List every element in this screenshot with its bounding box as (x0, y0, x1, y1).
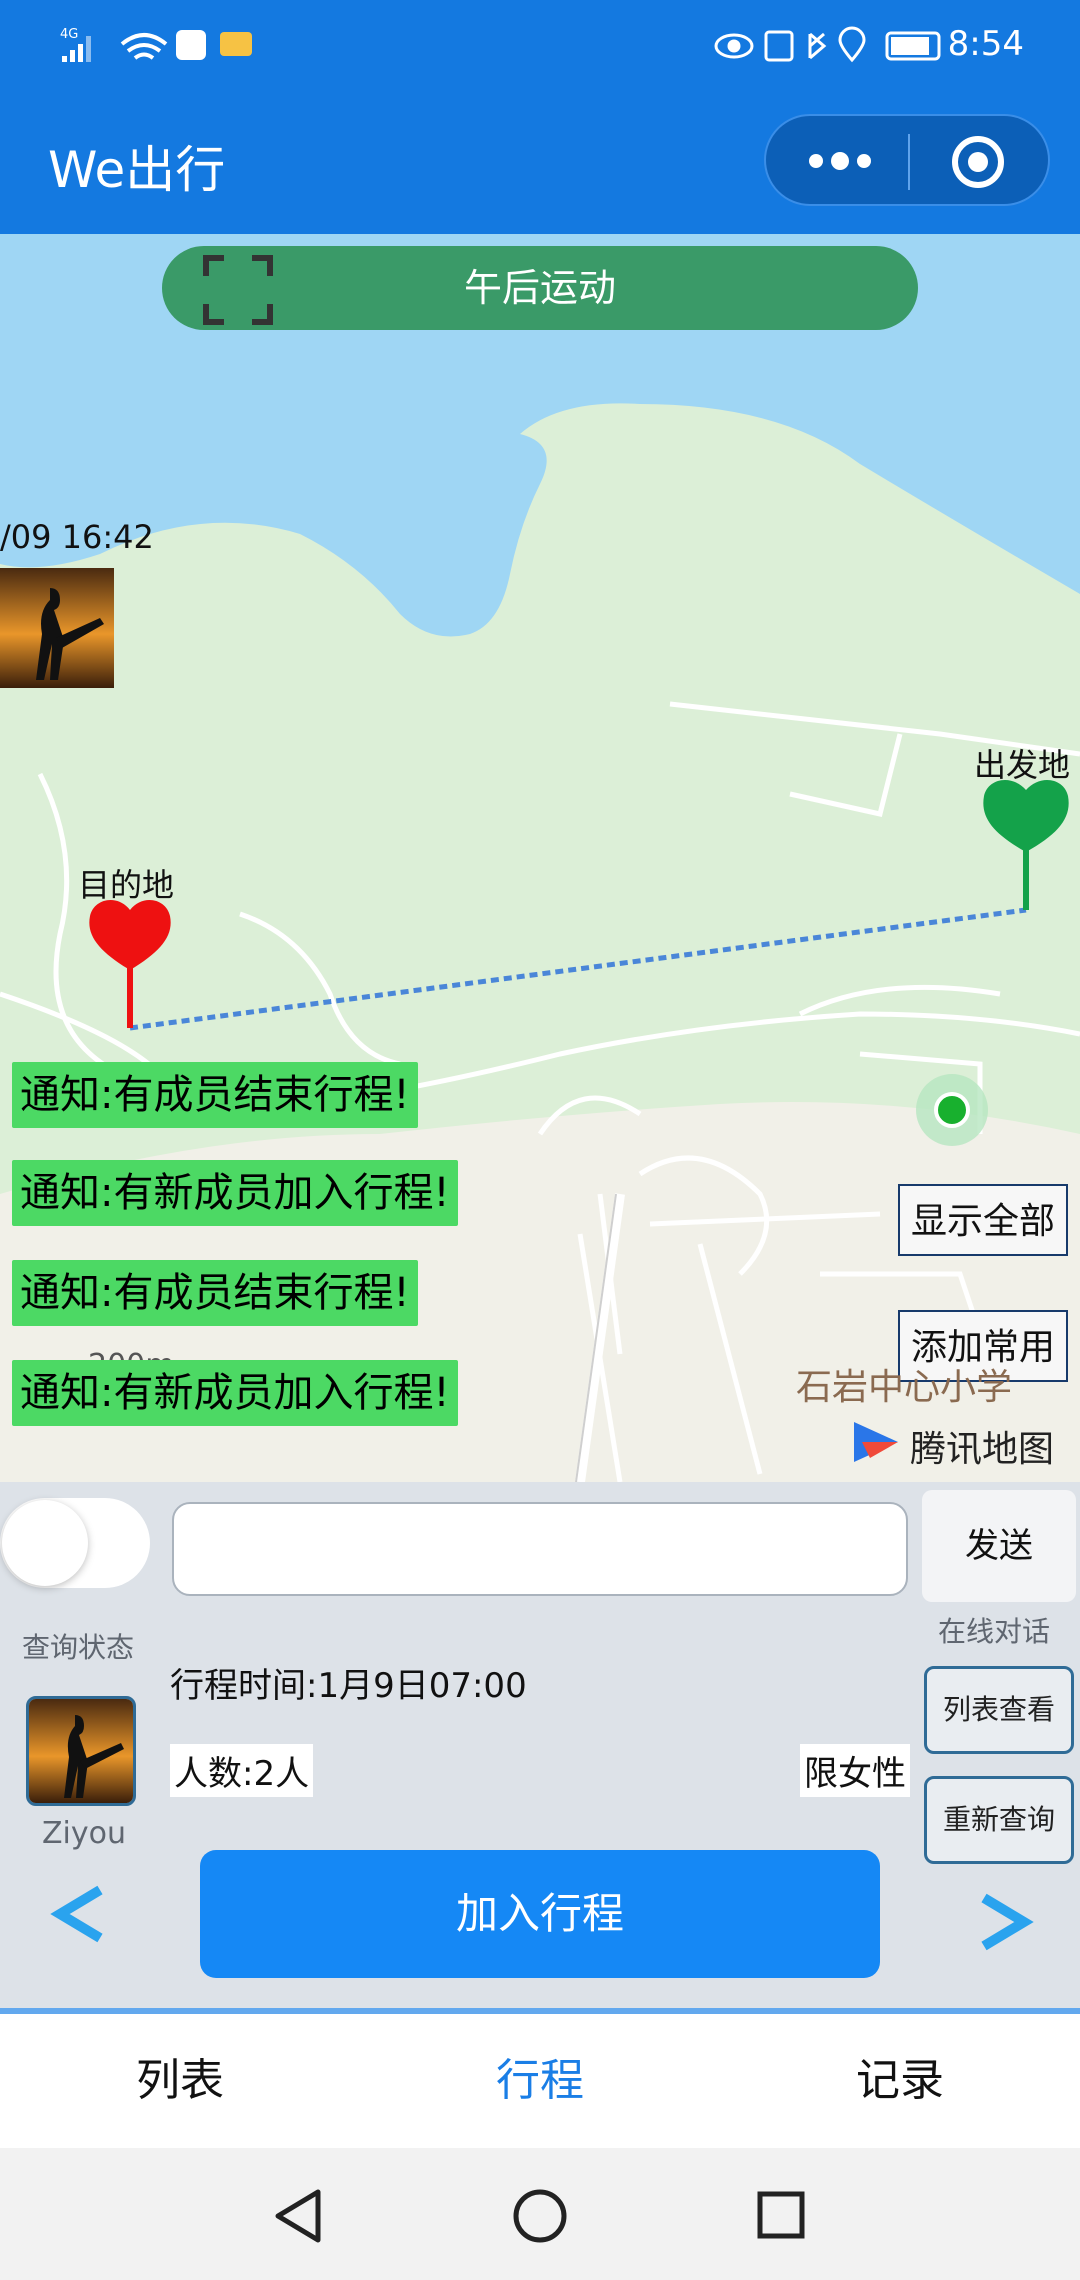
eye-icon (714, 33, 754, 59)
nfc-icon (764, 30, 794, 62)
member-avatar-marker[interactable] (0, 568, 114, 688)
bluetooth-icon (808, 32, 827, 60)
notice-item: 通知:有新成员加入行程! (12, 1160, 458, 1226)
close-miniprogram-icon[interactable] (950, 134, 1006, 190)
member-timestamp: /09 16:42 (0, 518, 154, 556)
card-app-icon (220, 32, 252, 56)
send-button[interactable]: 发送 (922, 1490, 1076, 1602)
music-app-icon (176, 30, 206, 60)
fullscreen-icon[interactable] (202, 254, 274, 326)
my-location-icon (916, 1074, 988, 1146)
network-type-label: 4G (60, 27, 78, 42)
title-bar: We出行 (0, 92, 1080, 234)
poi-label: 石岩中心小学 (796, 1367, 1013, 1408)
trip-panel: 发送 在线对话 查询状态 Ziyou 行程时间:1月9日07:00 人数:2人 … (0, 1482, 1080, 2008)
more-options-icon[interactable] (800, 146, 880, 176)
gender-restriction-badge: 限女性 (800, 1744, 910, 1797)
toggle-knob (2, 1500, 88, 1586)
notice-item: 通知:有成员结束行程! (12, 1062, 418, 1128)
mini-program-capsule (764, 114, 1050, 206)
requery-button[interactable]: 重新查询 (924, 1776, 1074, 1864)
organizer-avatar[interactable] (26, 1696, 136, 1806)
map-view[interactable]: 午后运动 /09 16:42 目的地 出发地 通知:有成员结束行程! 通知:有新… (0, 234, 1080, 1482)
avatar-image (29, 1699, 133, 1803)
trip-name-banner: 午后运动 (162, 246, 918, 330)
query-status-toggle[interactable] (0, 1498, 150, 1588)
tab-trip[interactable]: 行程 (360, 2014, 720, 2148)
map-provider-label: 腾讯地图 (910, 1429, 1055, 1470)
home-icon[interactable] (510, 2186, 570, 2246)
status-bar: 4G 8:54 (0, 0, 1080, 92)
notice-item: 通知:有成员结束行程! (12, 1260, 418, 1326)
query-status-label: 查询状态 (22, 1631, 135, 1664)
tab-list[interactable]: 列表 (0, 2014, 360, 2148)
notice-item: 通知:有新成员加入行程! (12, 1360, 458, 1426)
organizer-name: Ziyou (42, 1816, 127, 1851)
back-icon[interactable] (270, 2186, 330, 2246)
chat-input[interactable] (172, 1502, 908, 1596)
status-icons-left: 4G (60, 27, 252, 62)
app-title: We出行 (48, 141, 226, 199)
tab-bar: 列表 行程 记录 (0, 2008, 1080, 2148)
list-view-button[interactable]: 列表查看 (924, 1666, 1074, 1754)
member-avatar (0, 568, 114, 688)
origin-label: 出发地 (974, 746, 1071, 784)
join-trip-button[interactable]: 加入行程 (200, 1850, 880, 1978)
tab-records[interactable]: 记录 (720, 2014, 1080, 2148)
status-icons-right (714, 26, 941, 63)
destination-label: 目的地 (78, 866, 175, 904)
online-chat-label: 在线对话 (938, 1615, 1051, 1648)
show-all-button[interactable]: 显示全部 (898, 1184, 1068, 1256)
location-icon (838, 26, 866, 63)
clock: 8:54 (947, 24, 1024, 64)
chevron-right-icon[interactable] (970, 1890, 1034, 1954)
trip-name: 午后运动 (463, 266, 616, 310)
recents-icon[interactable] (752, 2186, 812, 2246)
wifi-icon (120, 33, 168, 60)
trip-time: 行程时间:1月9日07:00 (170, 1666, 527, 1706)
tencent-map-logo-icon (848, 1414, 904, 1470)
chevron-left-icon[interactable] (50, 1882, 114, 1946)
member-count: 人数:2人 (170, 1744, 314, 1797)
system-navigation-bar (0, 2148, 1080, 2280)
capsule-divider (908, 134, 910, 190)
